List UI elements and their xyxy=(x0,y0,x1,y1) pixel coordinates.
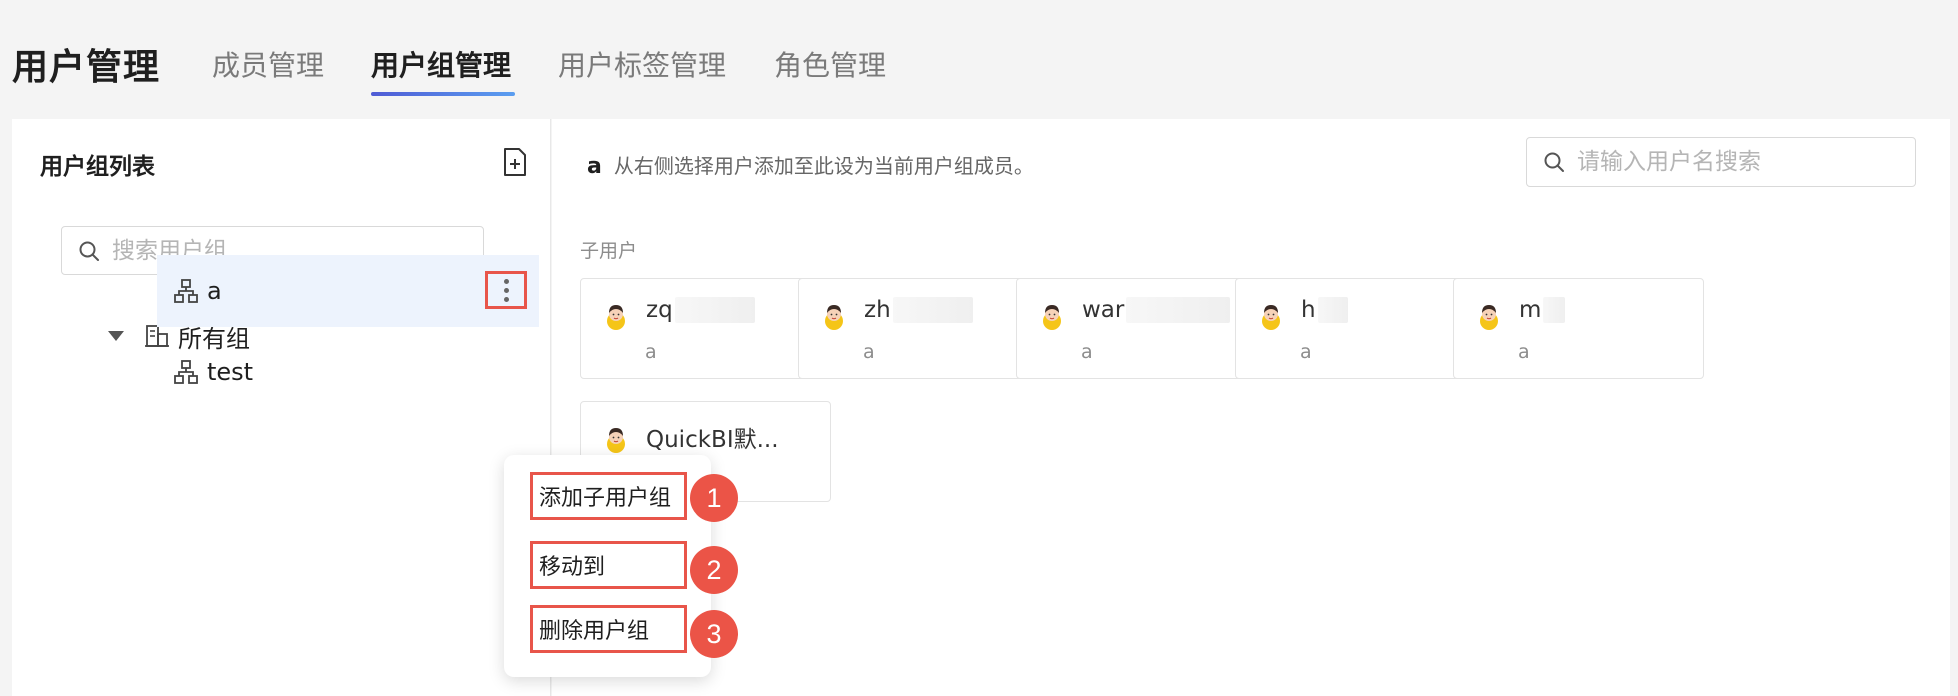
redaction-mask xyxy=(1126,297,1231,323)
user-card[interactable]: zh a xyxy=(798,278,1049,379)
user-name: zh xyxy=(864,297,973,323)
user-name: war xyxy=(1082,297,1231,323)
user-search-box xyxy=(1526,137,1916,187)
group-members-panel: a 从右侧选择用户添加至此设为当前用户组成员。 子用户 zqazhawaraha… xyxy=(552,119,1950,696)
tab-member-management[interactable]: 成员管理 xyxy=(212,44,324,84)
search-icon xyxy=(78,240,100,262)
redaction-mask xyxy=(1317,297,1348,323)
hint-text: 从右侧选择用户添加至此设为当前用户组成员。 xyxy=(613,154,1034,178)
avatar xyxy=(1474,301,1504,331)
tree-item-label: test xyxy=(207,358,254,386)
avatar xyxy=(601,301,631,331)
tree-item-test[interactable]: test xyxy=(157,336,539,408)
tab-role-management[interactable]: 角色管理 xyxy=(774,44,886,84)
avatar xyxy=(601,424,631,454)
tree-item-a[interactable]: a xyxy=(157,255,539,327)
redaction-mask xyxy=(892,297,973,323)
group-hint: a 从右侧选择用户添加至此设为当前用户组成员。 xyxy=(587,150,1034,179)
step-badge-3: 3 xyxy=(690,610,738,658)
user-group-label: a xyxy=(645,341,657,363)
group-context-menu: 添加子用户组 移动到 删除用户组 xyxy=(504,455,711,677)
panel-title: 用户组列表 xyxy=(40,154,155,180)
user-name: zq xyxy=(646,297,755,323)
more-actions-button[interactable] xyxy=(485,271,527,309)
user-name: h xyxy=(1301,297,1348,323)
user-group-label: a xyxy=(1081,341,1093,363)
tab-user-tag-management[interactable]: 用户标签管理 xyxy=(558,44,726,84)
tab-user-group-management[interactable]: 用户组管理 xyxy=(371,44,511,84)
step-badge-2: 2 xyxy=(690,546,738,594)
page-title: 用户管理 xyxy=(12,47,161,88)
user-group-label: a xyxy=(1300,341,1312,363)
user-group-label: a xyxy=(863,341,875,363)
avatar xyxy=(819,301,849,331)
user-search-input[interactable] xyxy=(1577,138,1905,186)
section-label-sub-users: 子用户 xyxy=(580,240,638,262)
user-card[interactable]: ma xyxy=(1453,278,1704,379)
redaction-mask xyxy=(674,297,755,323)
active-tab-indicator xyxy=(371,92,515,96)
avatar xyxy=(1256,301,1286,331)
user-group-label: a xyxy=(1518,341,1530,363)
more-vertical-icon xyxy=(503,278,509,302)
current-group-name: a xyxy=(587,154,602,179)
user-card[interactable]: war a xyxy=(1016,278,1267,379)
caret-down-icon[interactable] xyxy=(108,331,124,341)
group-hierarchy-icon xyxy=(173,359,199,385)
step-badge-1: 1 xyxy=(690,474,738,522)
avatar xyxy=(1037,301,1067,331)
group-hierarchy-icon xyxy=(173,278,199,304)
redaction-mask xyxy=(1543,297,1566,323)
add-group-icon[interactable] xyxy=(502,147,528,177)
menu-item-delete-group[interactable]: 删除用户组 xyxy=(530,605,687,653)
user-card[interactable]: ha xyxy=(1235,278,1486,379)
user-name: QuickBI默... xyxy=(646,427,779,453)
menu-item-move-to[interactable]: 移动到 xyxy=(530,541,687,589)
search-icon xyxy=(1543,151,1565,173)
menu-item-add-subgroup[interactable]: 添加子用户组 xyxy=(530,472,687,520)
user-card[interactable]: zq a xyxy=(580,278,831,379)
user-name: m xyxy=(1519,297,1566,323)
tree-item-label: a xyxy=(207,277,222,305)
